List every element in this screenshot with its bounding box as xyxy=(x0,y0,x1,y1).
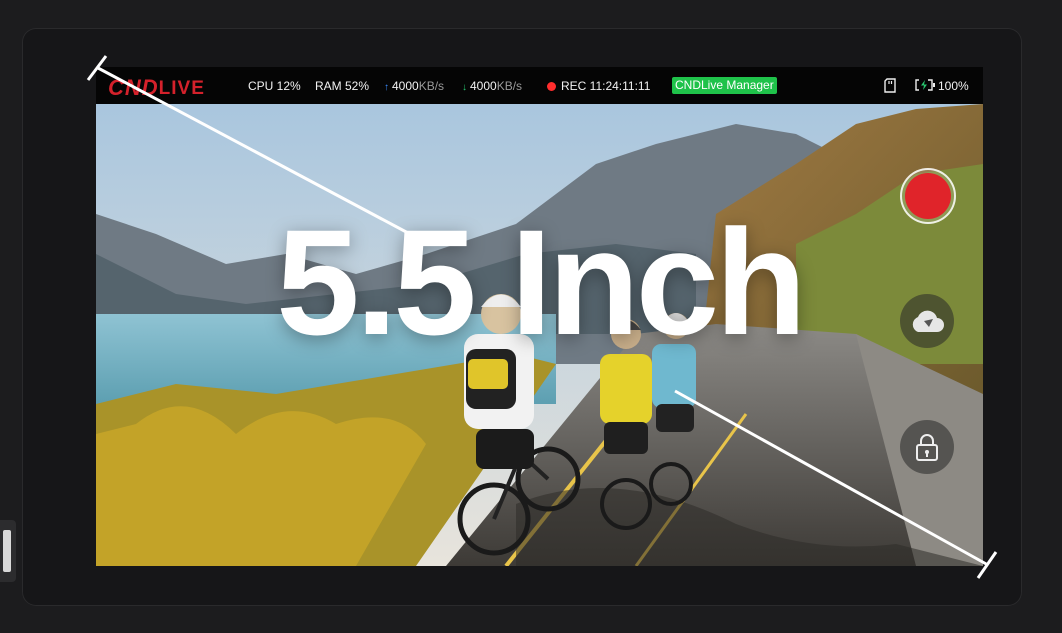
status-bar: CND LIVE CPU 12% RAM 52% ↑ 4000KB/s ↓ 4000… xyxy=(96,67,983,104)
rec-timer: REC 11:24:11:11 xyxy=(547,79,650,93)
cndlive-manager-button[interactable]: CNDLive Manager xyxy=(672,77,777,94)
rec-time: REC 11:24:11:11 xyxy=(561,79,651,93)
lock-button[interactable] xyxy=(900,420,954,474)
cloud-icon xyxy=(912,310,944,332)
battery-level: 100% xyxy=(938,79,969,93)
download-unit: KB/s xyxy=(496,79,523,93)
logo-live: LIVE xyxy=(158,78,205,99)
cpu-usage: CPU 12% xyxy=(248,79,301,93)
screen-size-headline: 5.5 Inch xyxy=(276,198,807,366)
record-button[interactable] xyxy=(900,168,956,224)
upload-value: 4000 xyxy=(392,79,419,93)
download-value: 4000 xyxy=(470,79,497,93)
monitor-screen: CND LIVE CPU 12% RAM 52% ↑ 4000KB/s ↓ 4000… xyxy=(96,67,983,566)
record-icon xyxy=(905,173,951,219)
lock-icon xyxy=(916,434,938,461)
ram-usage: RAM 52% xyxy=(315,79,370,93)
sd-card-icon xyxy=(884,78,896,96)
logo-cnd: CND xyxy=(108,75,159,100)
upload-speed: ↑ 4000KB/s xyxy=(384,79,444,93)
cloud-button[interactable] xyxy=(900,294,954,348)
download-speed: ↓ 4000KB/s xyxy=(462,79,522,93)
arrow-down-icon: ↓ xyxy=(462,82,467,93)
side-port xyxy=(0,520,16,582)
upload-unit: KB/s xyxy=(418,79,445,93)
arrow-up-icon: ↑ xyxy=(384,82,389,93)
rec-dot-icon xyxy=(547,82,556,91)
brand-logo: CND LIVE xyxy=(108,73,205,99)
battery-charging-icon xyxy=(914,79,936,94)
